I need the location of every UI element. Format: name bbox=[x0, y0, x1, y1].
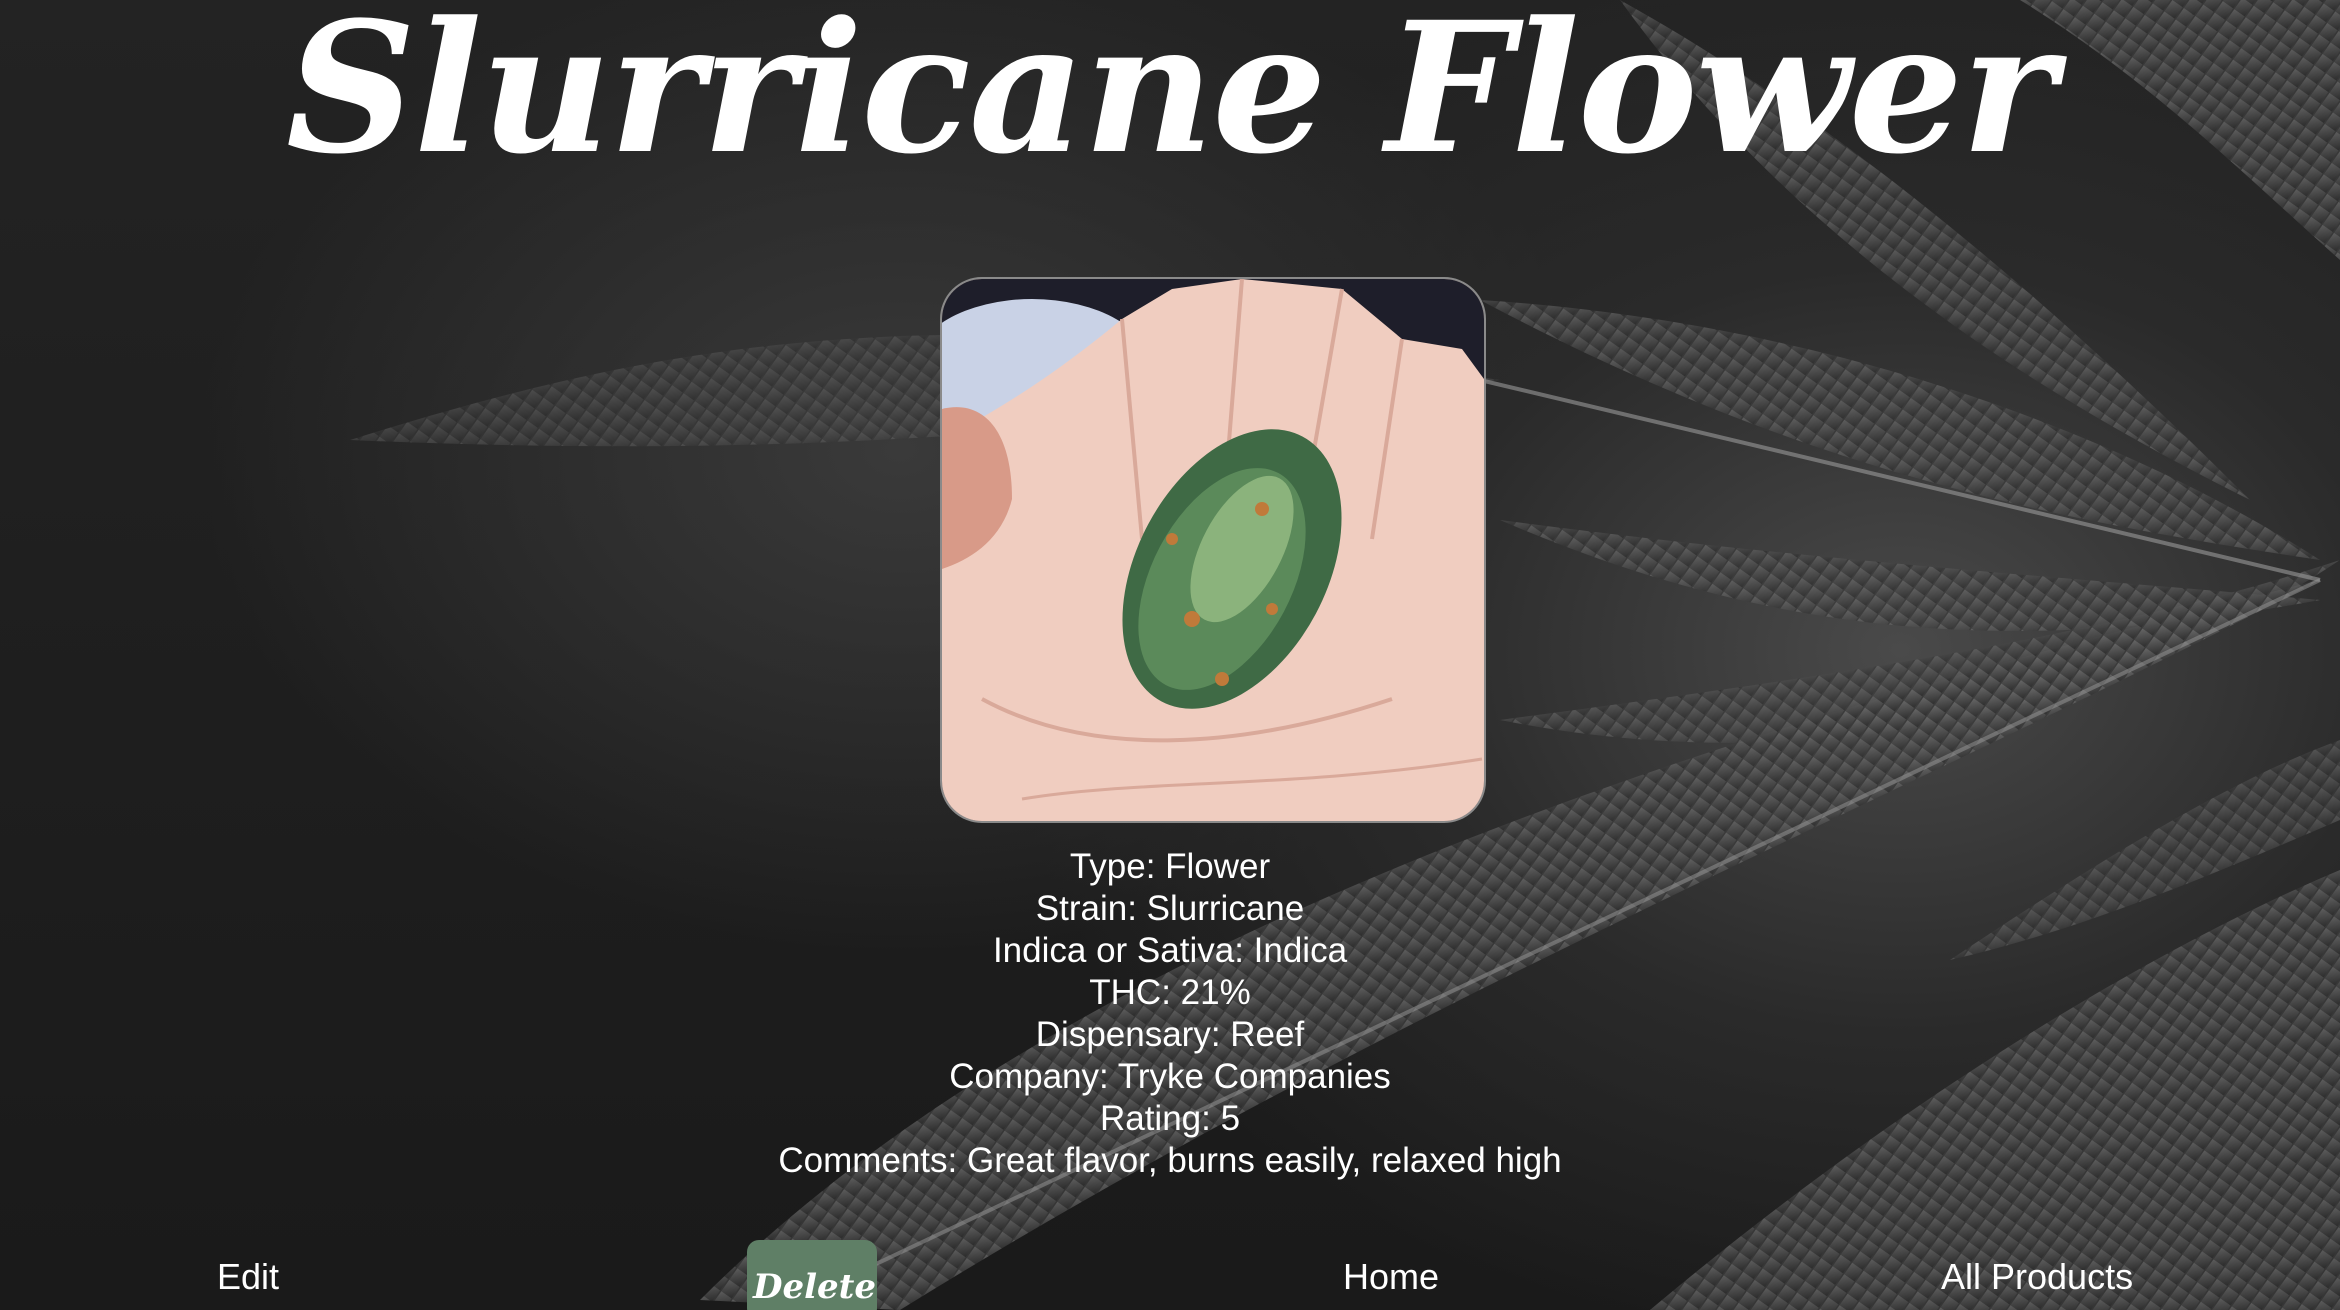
detail-thc: THC: 21% bbox=[1089, 973, 1251, 1012]
product-details: Type: Flower Strain: Slurricane Indica o… bbox=[0, 846, 2340, 1182]
detail-strain: Strain: Slurricane bbox=[1035, 889, 1305, 928]
detail-company: Company: Tryke Companies bbox=[949, 1057, 1391, 1096]
cannabis-bud-in-hand-photo bbox=[942, 279, 1484, 821]
detail-type: Type: Flower bbox=[1069, 847, 1271, 886]
delete-button[interactable]: Delete bbox=[747, 1240, 877, 1310]
detail-comments: Comments: Great flavor, burns easily, re… bbox=[778, 1141, 1562, 1180]
home-link[interactable]: Home bbox=[1343, 1256, 1439, 1298]
detail-dispensary: Dispensary: Reef bbox=[1035, 1015, 1305, 1054]
detail-indica-or-sativa: Indica or Sativa: Indica bbox=[992, 931, 1348, 970]
edit-link[interactable]: Edit bbox=[217, 1256, 279, 1298]
detail-rating: Rating: 5 bbox=[1099, 1099, 1241, 1138]
product-detail-page: Slurricane Flower Type: Flower Strain: S… bbox=[0, 0, 2340, 1310]
product-photo bbox=[940, 277, 1486, 823]
all-products-link[interactable]: All Products bbox=[1941, 1256, 2133, 1298]
bottom-nav: Edit Delete Home All Products bbox=[0, 1240, 2340, 1310]
page-title: Slurricane Flower bbox=[285, 0, 2056, 194]
